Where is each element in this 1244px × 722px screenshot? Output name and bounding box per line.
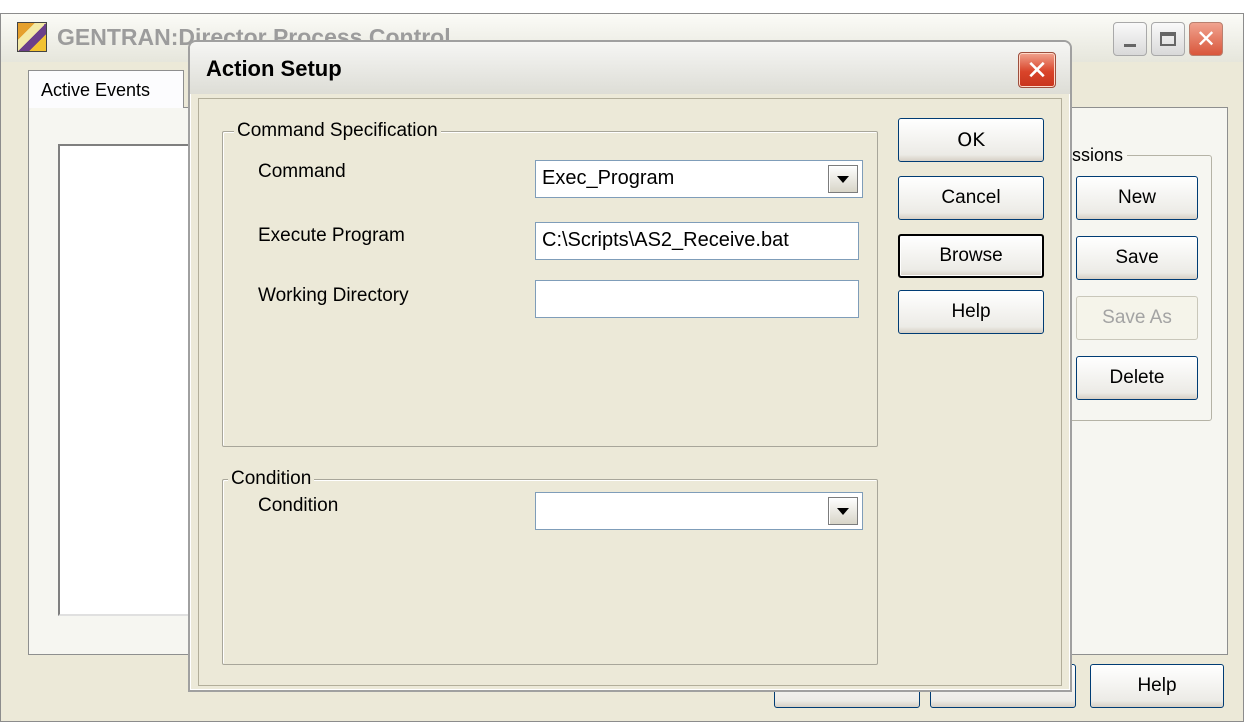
dialog-title: Action Setup <box>206 56 342 81</box>
condition-legend: Condition <box>228 468 315 490</box>
command-select-value: Exec_Program <box>542 167 675 189</box>
ok-button[interactable]: OK <box>898 118 1044 162</box>
help-button[interactable]: Help <box>898 290 1044 334</box>
new-button[interactable]: New <box>1076 176 1198 220</box>
maximize-icon[interactable] <box>1151 22 1185 56</box>
minimize-icon[interactable] <box>1113 22 1147 56</box>
condition-label: Condition <box>258 495 339 516</box>
dialog-title-bar: Action Setup ✕ <box>190 42 1070 94</box>
app-icon <box>17 22 47 52</box>
execute-program-label: Execute Program <box>258 225 405 246</box>
cancel-button[interactable]: Cancel <box>898 176 1044 220</box>
working-directory-input[interactable] <box>535 280 859 318</box>
delete-button[interactable]: Delete <box>1076 356 1198 400</box>
save-button[interactable]: Save <box>1076 236 1198 280</box>
command-label: Command <box>258 161 346 182</box>
sessions-group-label: ssions <box>1068 145 1128 166</box>
chevron-down-icon[interactable] <box>828 165 858 193</box>
command-specification-legend: Command Specification <box>234 120 441 142</box>
background-help-button[interactable]: Help <box>1090 664 1224 708</box>
close-icon[interactable]: ✕ <box>1189 22 1223 56</box>
command-select[interactable]: Exec_Program <box>535 160 863 198</box>
condition-select[interactable] <box>535 492 863 530</box>
chevron-down-icon[interactable] <box>828 497 858 525</box>
working-directory-label: Working Directory <box>258 285 409 306</box>
tab-active-events[interactable]: Active Events <box>28 70 184 108</box>
browse-button[interactable]: Browse <box>898 234 1044 278</box>
execute-program-input[interactable]: C:\Scripts\AS2_Receive.bat <box>535 222 859 260</box>
dialog-close-icon[interactable]: ✕ <box>1018 52 1056 88</box>
save-as-button[interactable]: Save As <box>1076 296 1198 340</box>
